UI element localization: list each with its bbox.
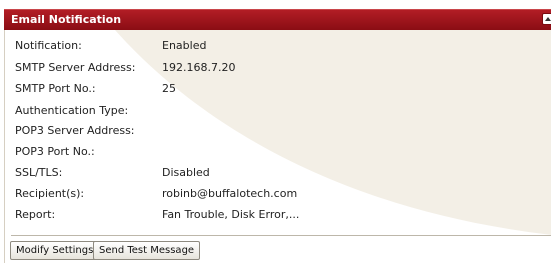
panel-header: Email Notification [4,9,551,30]
field-label: POP3 Server Address: [15,124,135,137]
divider [11,235,551,236]
field-label: SSL/TLS: [15,166,63,179]
field-value: Disabled [162,166,210,179]
modify-settings-button[interactable]: Modify Settings [10,241,100,260]
field-value: 192.168.7.20 [162,61,236,74]
field-label: POP3 Port No.: [15,145,95,158]
field-label: SMTP Port No.: [15,82,96,95]
field-value: Fan Trouble, Disk Error,... [162,208,300,221]
field-value: 25 [162,82,176,95]
field-label: Recipient(s): [15,187,85,200]
field-value: Enabled [162,39,207,52]
collapse-up-icon[interactable] [542,13,551,25]
field-label: SMTP Server Address: [15,61,136,74]
field-value: robinb@buffalotech.com [162,187,298,200]
field-label: Report: [15,208,56,221]
field-label: Notification: [15,39,82,52]
send-test-message-button[interactable]: Send Test Message [93,241,201,260]
email-notification-panel: Email Notification Notification: Enabled… [0,0,551,263]
panel-title: Email Notification [11,13,122,26]
field-label: Authentication Type: [15,104,129,117]
panel-body: Notification: Enabled SMTP Server Addres… [4,30,551,263]
